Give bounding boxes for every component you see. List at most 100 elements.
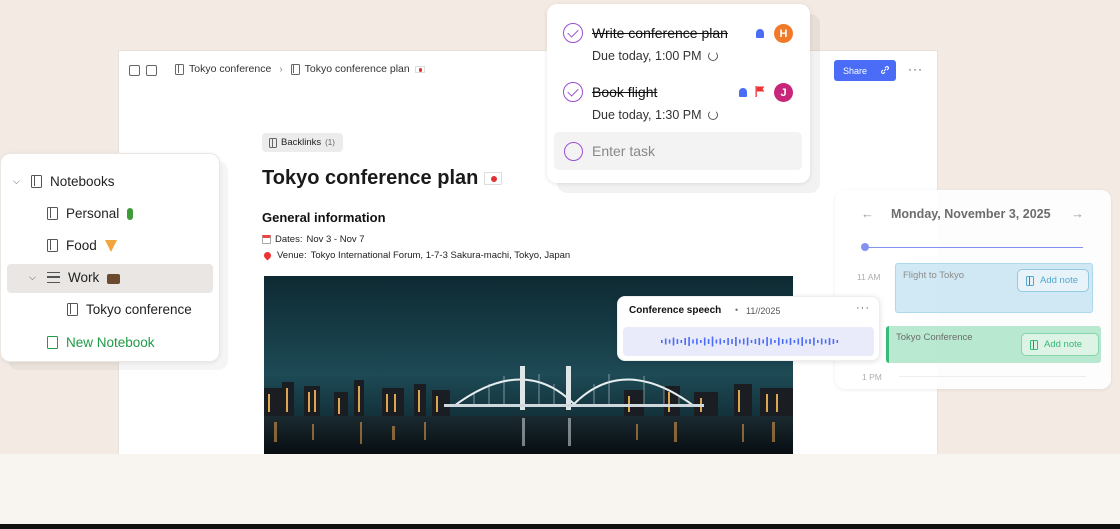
bell-icon[interactable] xyxy=(739,88,747,97)
expand-icon[interactable] xyxy=(129,65,140,76)
audio-note-card[interactable]: Conference speech • 11//2025 ··· xyxy=(617,296,880,361)
task-due: Due today, 1:00 PM xyxy=(592,49,718,63)
sidebar-item-food[interactable]: Food xyxy=(47,238,117,253)
waveform-bar xyxy=(813,337,815,346)
task-checkbox[interactable] xyxy=(563,23,583,43)
new-notebook-icon xyxy=(47,336,58,349)
briefcase-icon xyxy=(107,273,121,284)
flag-icon[interactable] xyxy=(755,86,765,97)
waveform-bar xyxy=(711,336,714,347)
task-due: Due today, 1:30 PM xyxy=(592,108,718,122)
more-options-icon[interactable]: ··· xyxy=(908,62,923,76)
add-note-button[interactable]: Add note xyxy=(1021,333,1099,356)
pin-icon xyxy=(262,250,273,261)
breadcrumb-notebook[interactable]: Tokyo conference xyxy=(189,63,271,75)
task-title[interactable]: Book flight xyxy=(592,84,657,100)
chevron-down-icon[interactable]: ⌵ xyxy=(29,272,39,283)
separator-dot: • xyxy=(735,305,739,315)
event-flight[interactable]: Flight to Tokyo Add note xyxy=(895,263,1093,313)
task-checkbox[interactable] xyxy=(564,142,583,161)
waveform-bar xyxy=(731,339,733,344)
avatar[interactable]: J xyxy=(774,83,793,102)
repeat-icon xyxy=(707,51,718,61)
hour-line xyxy=(899,376,1086,377)
waveform-bar xyxy=(680,340,683,343)
waveform-bar xyxy=(766,337,768,346)
waveform-bar xyxy=(817,340,819,343)
note-icon xyxy=(290,63,300,75)
waveform-bar xyxy=(668,339,671,344)
sidebar-item-work[interactable]: ⌵ Work xyxy=(29,270,121,285)
waveform-bar xyxy=(828,338,831,345)
notebook-icon xyxy=(47,239,58,252)
waveform-bar xyxy=(809,339,811,344)
task-input-placeholder[interactable]: Enter task xyxy=(592,143,655,159)
notebook-icon xyxy=(67,303,78,316)
new-notebook-label: New Notebook xyxy=(66,335,155,350)
event-title: Tokyo Conference xyxy=(896,332,973,343)
arrow-right-icon[interactable]: → xyxy=(1071,206,1084,221)
waveform-bar xyxy=(688,337,690,346)
sidebar-item-label: Food xyxy=(66,238,97,253)
sidebar-item-label: Personal xyxy=(66,206,120,221)
add-note-button[interactable]: Add note xyxy=(1017,269,1089,292)
audio-waveform[interactable] xyxy=(623,327,874,356)
waveform-bar xyxy=(664,338,667,345)
venue-value: Tokyo International Forum, 1-7-3 Sakura-… xyxy=(310,250,571,261)
waveform-bar xyxy=(692,339,694,344)
waveform-bar xyxy=(781,339,784,344)
sidebar-item-personal[interactable]: Personal xyxy=(47,206,134,221)
bottom-band xyxy=(0,454,1120,524)
audio-date: 11//2025 xyxy=(746,306,781,316)
waveform-bar xyxy=(739,339,741,344)
breadcrumb-note[interactable]: Tokyo conference plan xyxy=(305,63,410,75)
sidebar-item-notebooks[interactable]: ⌵ Notebooks xyxy=(13,174,115,189)
task-checkbox[interactable] xyxy=(563,82,583,102)
calendar-date: Monday, November 3, 2025 xyxy=(891,207,1051,221)
backlinks-count: (1) xyxy=(325,138,335,147)
arrow-left-icon[interactable]: ← xyxy=(861,206,874,221)
tasks-panel: Write conference plan H Due today, 1:00 … xyxy=(547,4,810,183)
share-label: Share xyxy=(843,65,868,76)
note-icon xyxy=(1026,275,1034,286)
backlinks-button[interactable]: Backlinks (1) xyxy=(262,133,343,152)
dates-line: Dates: Nov 3 - Nov 7 xyxy=(262,234,365,245)
notebook-icon xyxy=(47,207,58,220)
bell-icon[interactable] xyxy=(756,29,764,38)
notebook-icon xyxy=(175,63,184,75)
sidebar-item-label: Tokyo conference xyxy=(86,302,192,317)
more-options-icon[interactable]: ··· xyxy=(856,302,870,314)
task-due-text: Due today, 1:00 PM xyxy=(592,49,702,63)
waveform-bar xyxy=(824,339,827,344)
sidebar-item-tokyo-conference[interactable]: Tokyo conference xyxy=(67,302,192,317)
task-title[interactable]: Write conference plan xyxy=(592,25,728,41)
task-input[interactable]: Enter task xyxy=(554,132,802,170)
sidebar-item-label: Work xyxy=(68,270,100,285)
stack-icon xyxy=(47,272,60,283)
venue-label: Venue: xyxy=(277,250,307,261)
waveform-bar xyxy=(703,337,706,346)
chevron-down-icon[interactable]: ⌵ xyxy=(13,176,23,187)
waveform-bar xyxy=(746,337,749,346)
avatar[interactable]: H xyxy=(774,24,793,43)
link-icon[interactable] xyxy=(880,65,890,75)
doc-toolbar: Tokyo conference › Tokyo conference plan… xyxy=(119,51,937,89)
timeline-line xyxy=(865,247,1083,248)
note-icon xyxy=(1030,339,1038,350)
japan-flag-icon xyxy=(414,65,425,73)
waveform-bar xyxy=(727,338,729,345)
venue-line: Venue: Tokyo International Forum, 1-7-3 … xyxy=(262,250,570,261)
time-label: 11 AM xyxy=(857,272,881,282)
share-button[interactable]: Share xyxy=(834,60,896,81)
waveform-bar xyxy=(774,340,776,343)
waveform-bar xyxy=(778,337,780,346)
sidebar-item-label: Notebooks xyxy=(50,174,115,189)
event-tokyo-conference[interactable]: Tokyo Conference Add note xyxy=(886,326,1101,363)
fullscreen-icon[interactable] xyxy=(146,65,157,76)
page-title-text: Tokyo conference plan xyxy=(262,167,479,189)
waveform-bar xyxy=(758,338,761,345)
task-due-text: Due today, 1:30 PM xyxy=(592,108,702,122)
new-notebook-button[interactable]: New Notebook xyxy=(47,335,155,350)
waveform-bar xyxy=(797,338,800,345)
chevron-right-icon: › xyxy=(279,63,283,75)
